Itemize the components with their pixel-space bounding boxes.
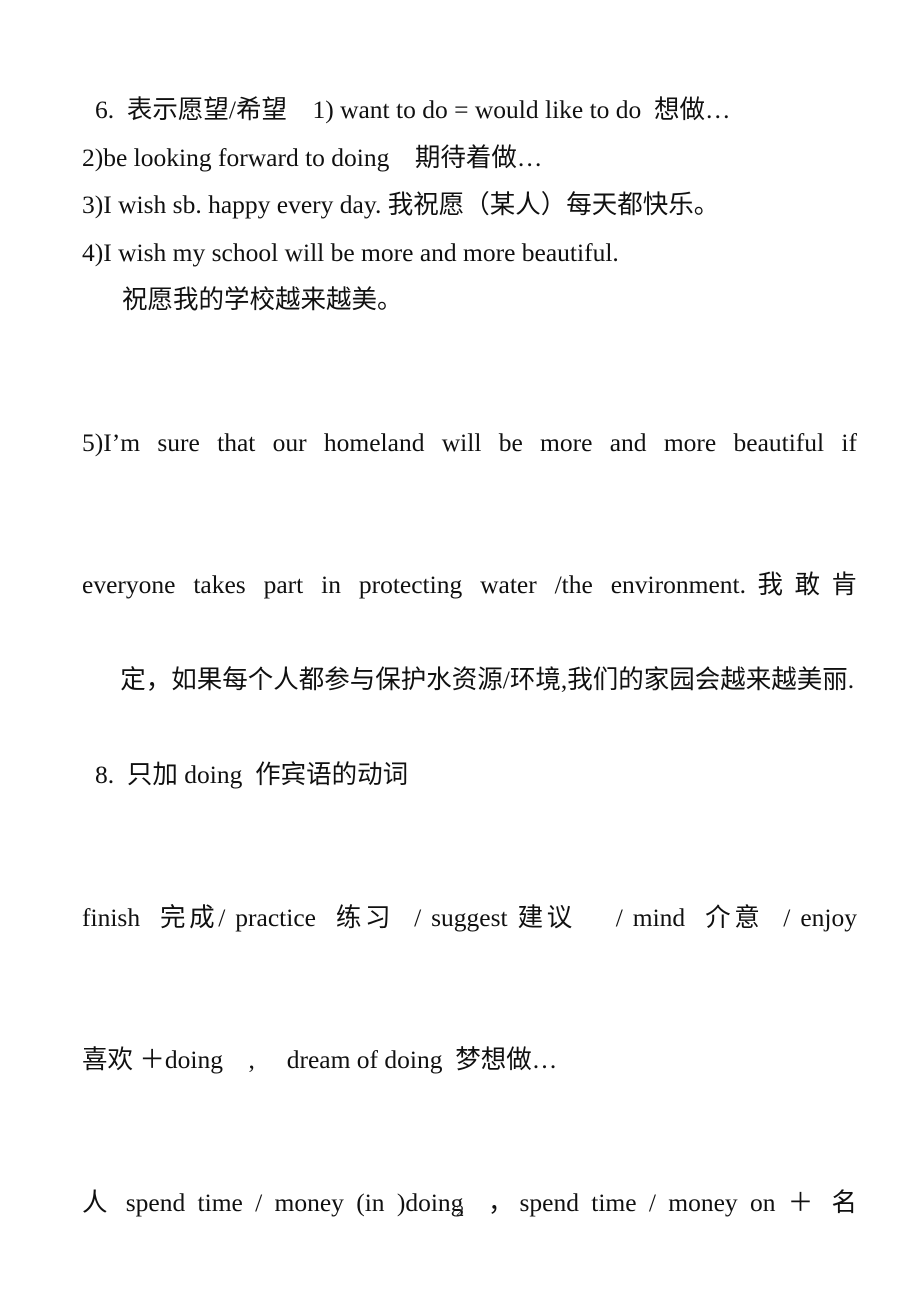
wishes-line-6c: 我敢肯 xyxy=(745,570,857,599)
wishes-line-6b: everyone takes part in protecting water … xyxy=(82,570,746,599)
wishes-line-6: 5)I’m sure that our homeland will be mor… xyxy=(82,324,857,752)
doing-line-4: 人 spend time / money (in )doing ，spend t… xyxy=(82,1084,857,1302)
page-number: 2 xyxy=(456,1203,464,1220)
document-body: 6. 表示愿望/希望 1) want to do = would like to… xyxy=(82,86,857,1302)
doing-line-2-text: finish 完成/ practice 练习 / suggest 建议 / mi… xyxy=(82,902,857,932)
doing-line-2: finish 完成/ practice 练习 / suggest 建议 / mi… xyxy=(82,799,857,1037)
document-page: 6. 表示愿望/希望 1) want to do = would like to… xyxy=(0,0,920,1302)
wishes-line-4: 4)I wish my school will be more and more… xyxy=(82,237,619,267)
wishes-line-5: 祝愿我的学校越来越美。 xyxy=(122,285,403,314)
wishes-line-6a: 5)I’m sure that our homeland will be mor… xyxy=(82,427,857,457)
wishes-line-3: 3)I wish sb. happy every day. 我祝愿（某人）每天都… xyxy=(82,190,720,219)
wishes-line-6b-wrap: everyone takes part in protecting water … xyxy=(82,561,857,609)
wishes-line-2: 2)be looking forward to doing 期待着做… xyxy=(82,142,543,172)
wishes-line-6d: 定，如果每个人都参与保护水资源/环境,我们的家园会越来越美丽. xyxy=(120,665,855,694)
wishes-line-1: 6. 表示愿望/希望 1) want to do = would like to… xyxy=(95,95,731,124)
doing-line-3: 喜欢 ＋doing , dream of doing 梦想做… xyxy=(82,1045,558,1074)
doing-line-1: 8. 只加 doing 作宾语的动词 xyxy=(95,760,409,789)
